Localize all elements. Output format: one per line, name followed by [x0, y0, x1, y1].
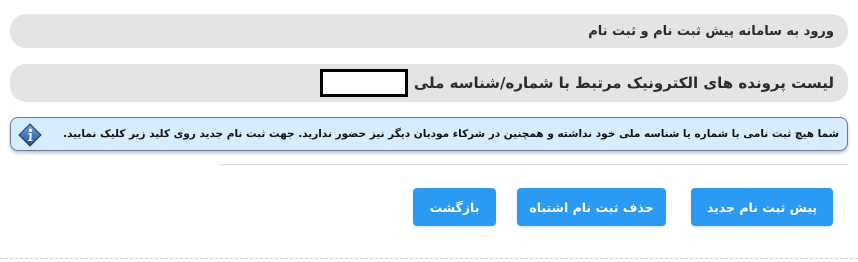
files-list-title: لیست پرونده های الکترونیک مرتبط با شماره…	[413, 74, 834, 92]
delete-wrong-registration-button[interactable]: حذف ثبت نام اشتباه	[517, 188, 666, 226]
info-message-box: شما هیچ ثبت نامی با شماره یا شناسه ملی خ…	[10, 117, 848, 151]
footer-divider	[0, 258, 858, 259]
new-preregistration-button[interactable]: پیش ثبت نام جدید	[691, 188, 833, 226]
files-list-title-bar: لیست پرونده های الکترونیک مرتبط با شماره…	[10, 64, 848, 102]
national-id-redacted	[319, 69, 408, 97]
back-button[interactable]: بازگشت	[413, 188, 496, 226]
separator	[220, 164, 848, 165]
page: ورود به سامانه پیش ثبت نام و ثبت نام لیس…	[0, 0, 858, 262]
info-message-text: شما هیچ ثبت نامی با شماره یا شناسه ملی خ…	[63, 128, 839, 140]
login-title: ورود به سامانه پیش ثبت نام و ثبت نام	[588, 23, 834, 39]
info-icon	[18, 123, 42, 147]
login-title-bar: ورود به سامانه پیش ثبت نام و ثبت نام	[10, 14, 848, 48]
